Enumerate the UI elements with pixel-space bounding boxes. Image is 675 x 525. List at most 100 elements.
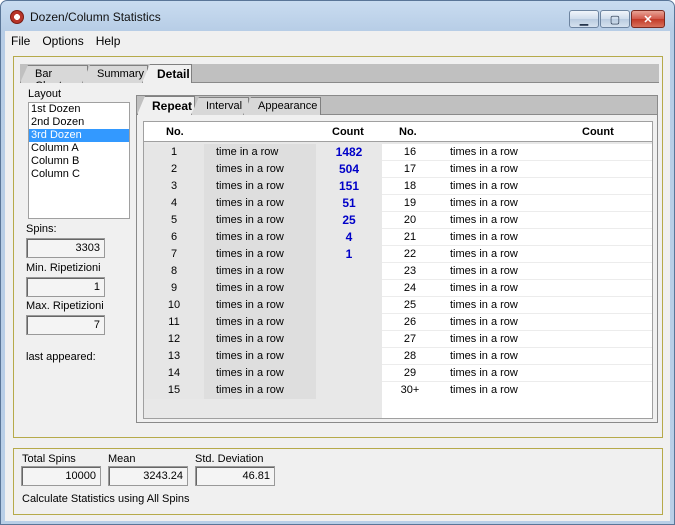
row-count-2 — [550, 212, 652, 229]
std-deviation-field: 46.81 — [195, 466, 275, 486]
row-text: times in a row — [204, 246, 316, 263]
table-header: No. Count No. Count — [144, 122, 652, 142]
row-number: 4 — [144, 195, 204, 212]
row-number: 8 — [144, 263, 204, 280]
row-count — [316, 314, 382, 331]
row-text: times in a row — [204, 229, 316, 246]
tab-interval[interactable]: Interval — [191, 97, 249, 115]
row-count-2 — [550, 297, 652, 314]
row-count: 25 — [316, 212, 382, 229]
row-text-2: times in a row — [438, 331, 550, 348]
row-text-2: times in a row — [438, 365, 550, 382]
layout-item[interactable]: Column B — [29, 155, 129, 168]
row-number-2: 23 — [382, 263, 438, 280]
table-row: 11 times in a row 26 times in a row — [144, 314, 652, 331]
header-no-2: No. — [399, 126, 417, 138]
row-count-2 — [550, 229, 652, 246]
close-button[interactable]: ✕ — [631, 10, 665, 28]
row-number: 15 — [144, 382, 204, 399]
row-number: 10 — [144, 297, 204, 314]
tab-appearance[interactable]: Appearance — [243, 97, 321, 115]
row-number: 12 — [144, 331, 204, 348]
table-row: 6 times in a row 4 21 times in a row — [144, 229, 652, 246]
row-count — [316, 382, 382, 399]
row-number-2: 28 — [382, 348, 438, 365]
min-label: Min. Ripetizioni — [26, 262, 101, 274]
row-number-2: 20 — [382, 212, 438, 229]
max-label: Max. Ripetizioni — [26, 300, 104, 312]
table-empty-area — [382, 396, 652, 418]
row-text: times in a row — [204, 178, 316, 195]
row-count: 1 — [316, 246, 382, 263]
total-spins-label: Total Spins — [22, 453, 76, 465]
row-text-2: times in a row — [438, 178, 550, 195]
minimize-button[interactable]: ▁ — [569, 10, 599, 28]
main-tabstrip: Bar Chart Summary Detail — [20, 64, 659, 83]
table-row: 14 times in a row 29 times in a row — [144, 365, 652, 382]
layout-item[interactable]: Column A — [29, 142, 129, 155]
row-text-2: times in a row — [438, 297, 550, 314]
row-count — [316, 280, 382, 297]
row-number-2: 27 — [382, 331, 438, 348]
row-number: 6 — [144, 229, 204, 246]
total-spins-field: 10000 — [21, 466, 101, 486]
row-text: times in a row — [204, 365, 316, 382]
row-number-2: 17 — [382, 161, 438, 178]
row-count: 4 — [316, 229, 382, 246]
mean-label: Mean — [108, 453, 136, 465]
table-row: 7 times in a row 1 22 times in a row — [144, 246, 652, 263]
row-count-2 — [550, 365, 652, 382]
row-number-2: 16 — [382, 144, 438, 161]
layout-item[interactable]: 2nd Dozen — [29, 116, 129, 129]
table-row: 5 times in a row 25 20 times in a row — [144, 212, 652, 229]
row-count-2 — [550, 246, 652, 263]
row-number-2: 18 — [382, 178, 438, 195]
header-count-2: Count — [582, 126, 614, 138]
layout-item[interactable]: Column C — [29, 168, 129, 181]
table-row: 1 time in a row 1482 16 times in a row — [144, 144, 652, 161]
minimize-icon: ▁ — [579, 13, 589, 26]
table-row: 13 times in a row 28 times in a row — [144, 348, 652, 365]
std-deviation-label: Std. Deviation — [195, 453, 264, 465]
max-field: 7 — [26, 315, 105, 335]
menu-help[interactable]: Help — [90, 34, 127, 48]
menu-options[interactable]: Options — [36, 34, 89, 48]
row-text-2: times in a row — [438, 246, 550, 263]
row-number: 3 — [144, 178, 204, 195]
row-count-2 — [550, 144, 652, 161]
table-row: 8 times in a row 23 times in a row — [144, 263, 652, 280]
tab-summary[interactable]: Summary — [82, 65, 148, 83]
row-text: times in a row — [204, 331, 316, 348]
app-icon — [10, 10, 24, 24]
layout-label: Layout — [28, 88, 62, 100]
row-count — [316, 297, 382, 314]
layout-item[interactable]: 1st Dozen — [29, 103, 129, 116]
row-count: 51 — [316, 195, 382, 212]
row-number-2: 26 — [382, 314, 438, 331]
row-number: 5 — [144, 212, 204, 229]
row-number: 9 — [144, 280, 204, 297]
app-window: Dozen/Column Statistics ▁ ▢ ✕ File Optio… — [0, 0, 675, 525]
layout-item-selected[interactable]: 3rd Dozen — [29, 129, 129, 142]
spins-label: Spins: — [26, 223, 57, 235]
row-text: times in a row — [204, 382, 316, 399]
row-text: time in a row — [204, 144, 316, 161]
row-number: 13 — [144, 348, 204, 365]
row-count-2 — [550, 195, 652, 212]
maximize-button[interactable]: ▢ — [600, 10, 630, 28]
layout-listbox[interactable]: 1st Dozen 2nd Dozen 3rd Dozen Column A C… — [28, 102, 130, 219]
row-count — [316, 348, 382, 365]
detail-tabstrip: Repeat Interval Appearance — [137, 96, 657, 115]
row-count-2 — [550, 263, 652, 280]
tab-repeat[interactable]: Repeat — [137, 96, 195, 115]
row-text: times in a row — [204, 348, 316, 365]
row-text: times in a row — [204, 263, 316, 280]
close-icon: ✕ — [643, 13, 653, 26]
menu-file[interactable]: File — [5, 34, 36, 48]
title-bar[interactable]: Dozen/Column Statistics ▁ ▢ ✕ — [1, 1, 674, 31]
row-number-2: 25 — [382, 297, 438, 314]
tab-bar-chart[interactable]: Bar Chart — [20, 65, 88, 83]
row-text-2: times in a row — [438, 348, 550, 365]
tab-detail[interactable]: Detail — [142, 64, 192, 83]
client-area: Bar Chart Summary Detail Layout 1st Doze… — [5, 51, 670, 521]
